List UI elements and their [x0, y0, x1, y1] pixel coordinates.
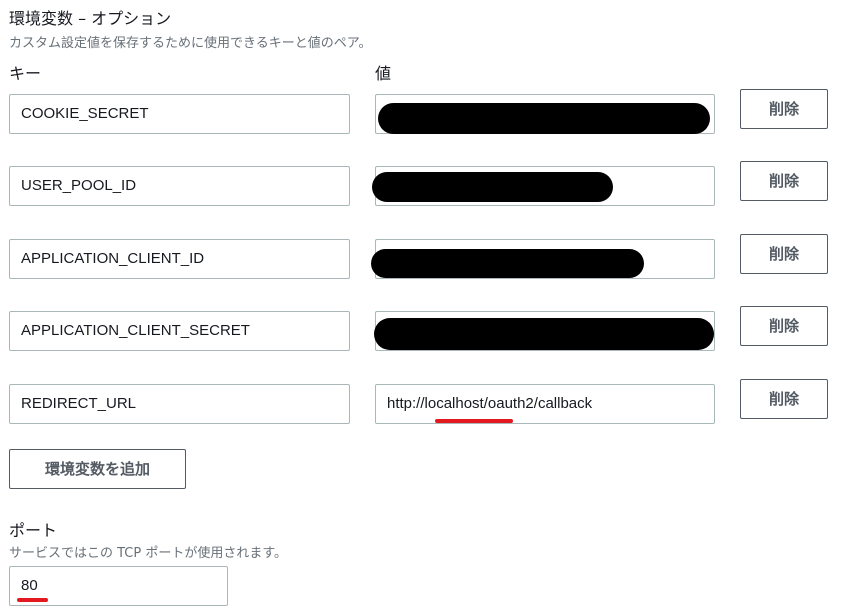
key-header: キー — [9, 64, 42, 83]
redaction-mark — [378, 103, 710, 134]
redaction-mark — [372, 172, 613, 202]
delete-button[interactable]: 削除 — [740, 234, 828, 274]
section-description: カスタム設定値を保存するために使用できるキーと値のペア。 — [9, 36, 372, 51]
redaction-mark — [371, 249, 644, 278]
add-env-var-button[interactable]: 環境変数を追加 — [9, 449, 186, 489]
redaction-mark — [374, 318, 714, 350]
env-key-input[interactable]: REDIRECT_URL — [9, 384, 350, 424]
delete-button[interactable]: 削除 — [740, 379, 828, 419]
section-title: 環境変数 – オプション — [9, 9, 172, 28]
delete-button[interactable]: 削除 — [740, 161, 828, 201]
delete-button[interactable]: 削除 — [740, 89, 828, 129]
env-value-input[interactable]: http://localhost/oauth2/callback — [375, 384, 715, 424]
port-label: ポート — [9, 521, 58, 540]
highlight-underline — [17, 598, 48, 602]
delete-button[interactable]: 削除 — [740, 306, 828, 346]
env-key-input[interactable]: COOKIE_SECRET — [9, 94, 350, 134]
value-header: 値 — [375, 64, 392, 83]
highlight-underline — [435, 419, 513, 423]
env-key-input[interactable]: USER_POOL_ID — [9, 166, 350, 206]
env-key-input[interactable]: APPLICATION_CLIENT_SECRET — [9, 311, 350, 351]
port-description: サービスではこの TCP ポートが使用されます。 — [9, 546, 288, 561]
env-key-input[interactable]: APPLICATION_CLIENT_ID — [9, 239, 350, 279]
